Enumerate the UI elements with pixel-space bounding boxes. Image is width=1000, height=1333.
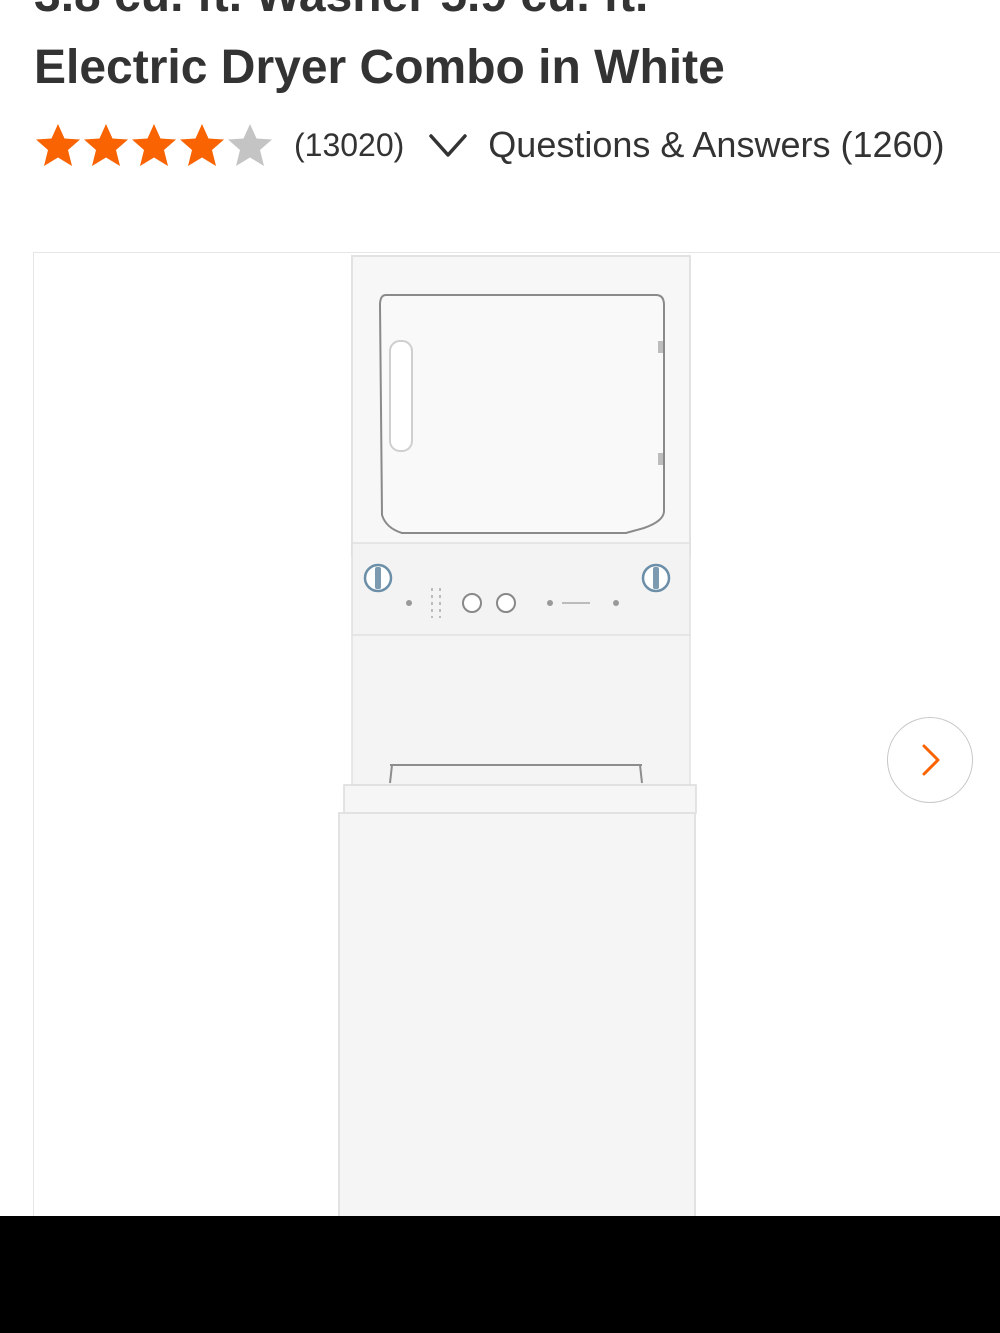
next-image-button[interactable] <box>887 717 973 803</box>
product-image-panel[interactable] <box>33 252 1000 1223</box>
star-icon <box>82 121 130 169</box>
star-icon <box>226 121 274 169</box>
star-icon <box>34 121 82 169</box>
bottom-bar <box>0 1216 1000 1333</box>
review-count[interactable]: (13020) <box>294 127 404 164</box>
product-image <box>338 255 697 1223</box>
rating-row: (13020) Questions & Answers (1260) <box>34 120 945 170</box>
product-title-line-2: Electric Dryer Combo in White <box>34 41 725 94</box>
product-title-line-1: 3.8 cu. ft. Washer 5.9 cu. ft. <box>34 0 648 24</box>
chevron-down-icon[interactable] <box>426 129 470 161</box>
questions-answers-link[interactable]: Questions & Answers (1260) <box>488 124 944 166</box>
star-icon <box>130 121 178 169</box>
chevron-right-icon <box>922 744 940 776</box>
star-icon <box>178 121 226 169</box>
star-rating[interactable] <box>34 121 274 169</box>
